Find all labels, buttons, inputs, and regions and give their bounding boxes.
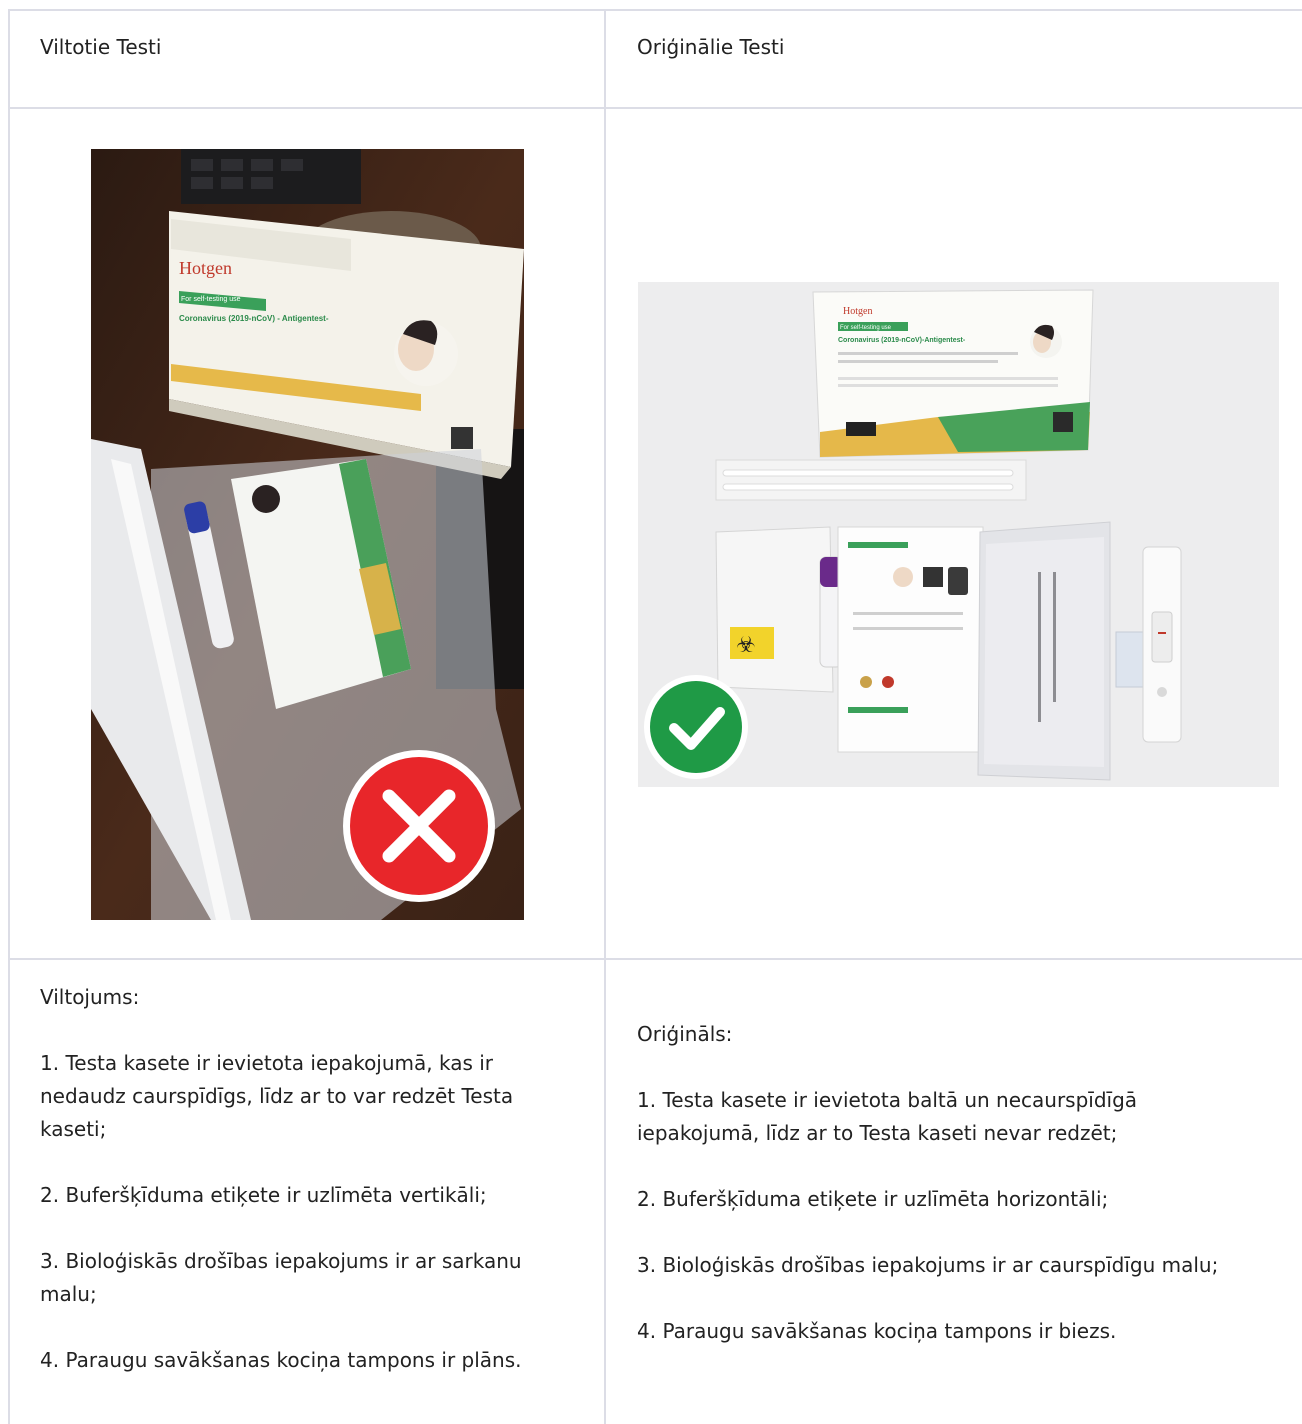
fake-box-line2: Coronavirus (2019-nCoV) - Antigentest- bbox=[179, 314, 329, 323]
fake-item-2: 2. Buferšķīduma etiķete ir uzlīmēta vert… bbox=[40, 1183, 487, 1207]
fake-box-line1: For self-testing use bbox=[181, 296, 241, 303]
fake-test-photo: Hotgen For self-testing use Coronavirus … bbox=[91, 149, 524, 920]
table-border-middle bbox=[604, 9, 606, 1424]
original-box-line2: Coronavirus (2019-nCoV)-Antigentest- bbox=[838, 337, 966, 344]
fake-heading: Viltojums: bbox=[40, 985, 140, 1009]
original-test-photo: Hotgen For self-testing use Coronavirus … bbox=[638, 282, 1279, 787]
original-description: Oriģināls: 1. Testa kasete ir ievietota … bbox=[637, 1018, 1287, 1348]
original-item-3: 3. Bioloģiskās drošības iepakojums ir ar… bbox=[637, 1253, 1219, 1277]
header-fake-tests: Viltotie Testi bbox=[40, 35, 162, 59]
comparison-table: Viltotie Testi Oriģinālie Testi Hotgen F… bbox=[8, 9, 1302, 1424]
original-item-4: 4. Paraugu savākšanas kociņa tampons ir … bbox=[637, 1319, 1117, 1343]
original-box-brand: Hotgen bbox=[843, 306, 872, 317]
green-check-icon bbox=[650, 681, 742, 773]
table-border-row2 bbox=[8, 958, 1302, 960]
fake-item-1: 1. Testa kasete ir ievietota iepakojumā,… bbox=[40, 1051, 514, 1141]
fake-description: Viltojums: 1. Testa kasete ir ievietota … bbox=[40, 981, 580, 1377]
header-original-tests: Oriģinālie Testi bbox=[637, 35, 785, 59]
original-heading: Oriģināls: bbox=[637, 1022, 733, 1046]
table-border-top bbox=[8, 9, 1302, 11]
original-item-2: 2. Buferšķīduma etiķete ir uzlīmēta hori… bbox=[637, 1187, 1109, 1211]
fake-item-4: 4. Paraugu savākšanas kociņa tampons ir … bbox=[40, 1348, 522, 1372]
original-item-1: 1. Testa kasete ir ievietota baltā un ne… bbox=[637, 1088, 1138, 1145]
table-border-left bbox=[8, 9, 10, 1424]
fake-box-brand: Hotgen bbox=[179, 258, 232, 278]
table-border-row1 bbox=[8, 107, 1302, 109]
fake-item-3: 3. Bioloģiskās drošības iepakojums ir ar… bbox=[40, 1249, 522, 1306]
svg-text:☣: ☣ bbox=[736, 633, 756, 658]
original-box-line1: For self-testing use bbox=[840, 325, 892, 331]
